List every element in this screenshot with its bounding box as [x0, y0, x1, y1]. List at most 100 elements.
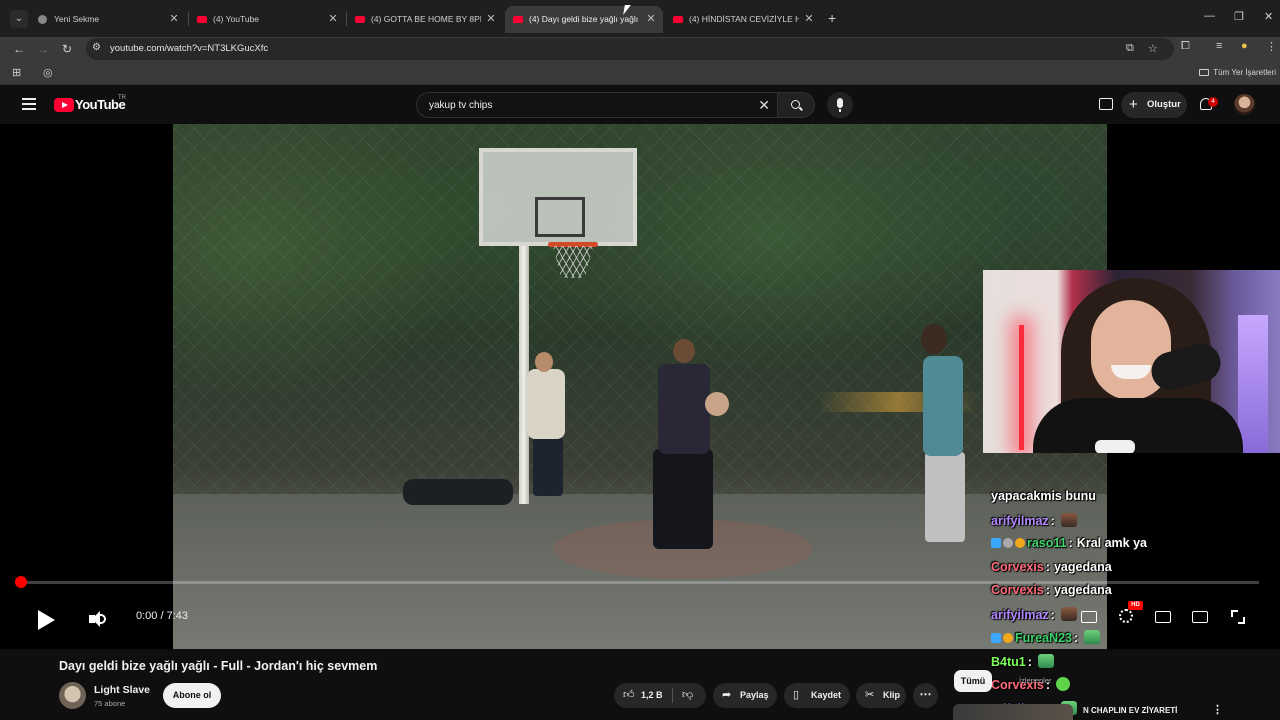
chrome-icon: [38, 15, 47, 24]
search-input[interactable]: yakup tv chips ✕: [416, 92, 778, 118]
chat-badge-icon: [991, 633, 1001, 643]
restore-icon[interactable]: ❐: [1234, 10, 1244, 23]
subtitles-icon[interactable]: [1081, 611, 1097, 623]
tab-search-button[interactable]: ⌄: [10, 10, 28, 28]
youtube-icon: [197, 16, 207, 23]
cast-icon[interactable]: [1099, 98, 1113, 110]
forward-icon[interactable]: →: [34, 40, 52, 58]
window-close-icon[interactable]: ✕: [1264, 10, 1273, 23]
hamburger-menu-icon[interactable]: [22, 98, 36, 110]
tab-gotta-be-home[interactable]: (4) GOTTA BE HOME BY 8PM | S ✕: [347, 6, 503, 33]
miniplayer-icon[interactable]: [1155, 611, 1171, 623]
tab-youtube-home[interactable]: (4) YouTube ✕: [189, 6, 345, 33]
browser-tab-strip: ⌄ Yeni Sekme ✕ (4) YouTube ✕ (4) GOTTA B…: [0, 0, 1280, 37]
create-button[interactable]: + Oluştur: [1121, 92, 1187, 118]
close-icon[interactable]: ✕: [168, 6, 180, 33]
clear-search-icon[interactable]: ✕: [758, 97, 770, 114]
save-label: Kaydet: [811, 690, 842, 700]
chat-message: Corvexis: yagedana: [991, 583, 1112, 597]
channel-avatar[interactable]: [59, 682, 86, 709]
channel-name[interactable]: Light Slave: [94, 684, 150, 696]
chrome-web-icon[interactable]: ◎: [43, 66, 53, 79]
tab-hindistan[interactable]: (4) HİNDİSTAN CEVİZİYLE HAP ✕: [665, 6, 821, 33]
install-app-icon[interactable]: ⧉: [1126, 42, 1134, 55]
backboard: [479, 148, 637, 246]
like-dislike-group[interactable]: 👍︎ 1,2 B 👎︎: [614, 683, 706, 708]
youtube-masthead: YouTube TR yakup tv chips ✕ + Oluştur: [0, 86, 1280, 124]
create-label: Oluştur: [1147, 99, 1181, 110]
volume-icon[interactable]: [89, 610, 107, 628]
fullscreen-icon[interactable]: [1231, 610, 1245, 624]
chat-username: raso11: [1027, 536, 1067, 550]
next-video-menu-icon[interactable]: ⋮: [1212, 703, 1223, 716]
tab-label: (4) GOTTA BE HOME BY 8PM | S: [371, 14, 481, 24]
video-frame[interactable]: [173, 124, 1107, 649]
chat-separator: :: [1073, 631, 1079, 645]
chat-emote-icon: [1055, 677, 1070, 691]
search-button[interactable]: [777, 92, 815, 118]
back-icon[interactable]: ←: [10, 40, 28, 58]
account-avatar[interactable]: [1234, 94, 1255, 115]
chat-username: arifyilmaz: [991, 607, 1049, 622]
share-button[interactable]: ➦ Paylaş: [713, 683, 777, 708]
site-info-icon[interactable]: ⚙: [92, 42, 101, 53]
close-icon[interactable]: ✕: [327, 6, 339, 33]
like-count: 1,2 B: [641, 690, 663, 700]
chat-username: B4tu1: [991, 654, 1026, 669]
chat-text: yagedana: [1053, 583, 1112, 597]
thumbs-up-icon[interactable]: 👍︎: [623, 683, 635, 708]
extensions-icon[interactable]: ⧠: [1181, 40, 1190, 53]
play-icon[interactable]: [38, 610, 55, 630]
profile-icon[interactable]: ●: [1241, 40, 1248, 52]
close-icon[interactable]: ✕: [803, 6, 815, 33]
tab-active-video[interactable]: (4) Dayı geldi bize yağlı yağlı - F ✕: [505, 6, 663, 33]
tab-new-tab[interactable]: Yeni Sekme ✕: [30, 6, 186, 33]
theater-mode-icon[interactable]: [1192, 611, 1208, 623]
menu-kebab-icon[interactable]: ⋮: [1266, 40, 1277, 53]
chat-text: yapacakmis bunu: [991, 489, 1096, 503]
person-left-body: [527, 369, 565, 439]
close-icon[interactable]: ✕: [645, 6, 657, 33]
player-center-head: [673, 339, 695, 363]
subscribe-button[interactable]: Abone ol: [163, 683, 221, 708]
tab-label: (4) YouTube: [213, 14, 259, 24]
chat-separator: :: [1045, 583, 1050, 597]
save-button[interactable]: ▯ Kaydet: [784, 683, 850, 708]
settings-gear-icon[interactable]: [1119, 609, 1133, 623]
reload-icon[interactable]: ↻: [58, 40, 76, 58]
more-actions-icon[interactable]: ⋯: [913, 683, 938, 708]
chat-text: Kral amk ya: [1076, 536, 1147, 550]
chat-username: Corvexis: [991, 559, 1044, 574]
hd-badge: HD: [1128, 601, 1143, 610]
progress-scrubber[interactable]: [15, 576, 27, 588]
minimize-icon[interactable]: —: [1204, 10, 1215, 22]
address-bar[interactable]: ⚙ youtube.com/watch?v=NT3LKGucXfc ⧉ ☆: [86, 38, 1174, 60]
media-controls-icon[interactable]: ≡: [1216, 40, 1222, 52]
chat-badge-icon: [1015, 538, 1025, 548]
fence-background: [173, 124, 1107, 504]
new-tab-button[interactable]: +: [828, 10, 836, 26]
close-icon[interactable]: ✕: [485, 6, 497, 33]
clip-button[interactable]: ✂ Klip: [856, 683, 906, 708]
clip-label: Klip: [883, 690, 900, 700]
youtube-logo-icon[interactable]: [54, 98, 74, 112]
search-icon: [791, 100, 800, 109]
next-video-thumbnail[interactable]: [953, 704, 1073, 720]
bookmark-icon: ▯: [793, 689, 800, 701]
bookmark-star-icon[interactable]: ☆: [1148, 42, 1158, 55]
youtube-icon: [673, 16, 683, 23]
plus-icon: +: [1129, 96, 1138, 113]
chat-badge-icon: [1003, 538, 1013, 548]
chip-all[interactable]: Tümü: [954, 670, 992, 692]
chat-text: yagedana: [1053, 559, 1112, 574]
apps-grid-icon[interactable]: ⊞: [12, 66, 21, 79]
voice-search-button[interactable]: [827, 92, 853, 118]
next-video-title[interactable]: N CHAPLIN EV ZİYARETİ: [1083, 706, 1177, 715]
chat-emote-icon: [1060, 606, 1077, 621]
all-bookmarks-button[interactable]: Tüm Yer İşaretleri: [1199, 68, 1276, 77]
chat-message: B4tu1:: [991, 653, 1054, 669]
share-label: Paylaş: [740, 690, 769, 700]
thumbs-down-icon[interactable]: 👎︎: [682, 683, 693, 708]
chat-message: raso11: Kral amk ya: [991, 536, 1147, 550]
chat-separator: :: [1050, 607, 1055, 622]
